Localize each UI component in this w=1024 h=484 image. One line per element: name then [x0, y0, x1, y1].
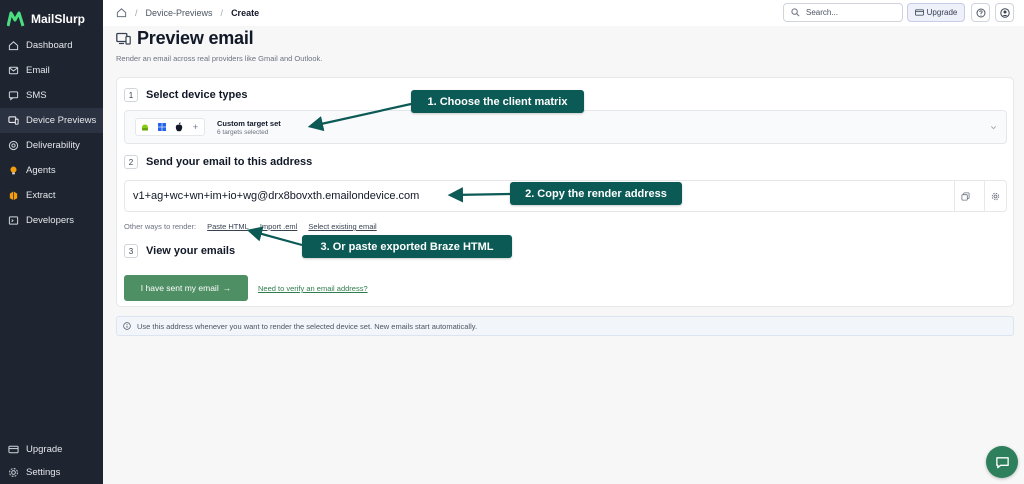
- android-icon: [136, 119, 153, 135]
- sidebar-item-label: Device Previews: [26, 115, 97, 126]
- sidebar-item-dashboard[interactable]: Dashboard: [0, 33, 103, 58]
- target-set-info: Custom target set 6 targets selected: [217, 119, 281, 136]
- breadcrumb-current: Create: [231, 7, 260, 18]
- device-target-select[interactable]: + Custom target set 6 targets selected: [124, 110, 1007, 144]
- copy-icon: [961, 191, 970, 201]
- message-icon: [8, 91, 19, 101]
- sent-email-label: I have sent my email: [140, 283, 219, 293]
- bulb-icon: [10, 166, 17, 175]
- breadcrumb-separator: /: [220, 7, 224, 18]
- sidebar-item-label: Settings: [26, 467, 61, 478]
- device-icon-group: +: [135, 118, 205, 136]
- breadcrumb: / Device-Previews / Create: [116, 7, 259, 18]
- sidebar-item-email[interactable]: Email: [0, 58, 103, 83]
- sidebar-item-label: Deliverability: [26, 140, 80, 151]
- help-icon: [976, 8, 985, 17]
- sidebar-nav: Dashboard Email SMS Device Previews Deli…: [0, 33, 103, 233]
- step-select-device-types: 1 Select device types: [124, 88, 248, 102]
- search-icon: [791, 8, 800, 17]
- info-banner: Use this address whenever you want to re…: [116, 316, 1014, 336]
- mail-icon: [8, 66, 19, 75]
- step-send-email: 2 Send your email to this address: [124, 155, 312, 169]
- sidebar-item-label: Email: [26, 65, 50, 76]
- account-button[interactable]: [995, 3, 1014, 22]
- card-icon: [8, 445, 19, 454]
- callout-copy-render-address: 2. Copy the render address: [510, 182, 682, 205]
- address-settings-button[interactable]: [984, 181, 1006, 211]
- step-title: Select device types: [146, 89, 248, 101]
- sidebar-item-developers[interactable]: Developers: [0, 208, 103, 233]
- callout-choose-client-matrix: 1. Choose the client matrix: [411, 90, 584, 113]
- sidebar-item-upgrade[interactable]: Upgrade: [0, 438, 103, 461]
- step-number: 1: [124, 88, 138, 102]
- step-title: Send your email to this address: [146, 156, 313, 168]
- chat-button[interactable]: [986, 446, 1018, 478]
- sidebar-bottom: Upgrade Settings: [0, 438, 103, 484]
- apple-icon: [170, 119, 187, 135]
- code-icon: [8, 216, 19, 225]
- info-text: Use this address whenever you want to re…: [137, 321, 478, 331]
- page-subtitle: Render an email across real providers li…: [116, 54, 323, 63]
- page-header: Preview email: [116, 28, 254, 49]
- windows-icon: [153, 119, 170, 135]
- home-icon: [8, 41, 19, 51]
- verify-email-link[interactable]: Need to verify an email address?: [258, 284, 368, 293]
- user-icon: [999, 7, 1010, 18]
- select-existing-email-link[interactable]: Select existing email: [308, 222, 376, 231]
- import-eml-link[interactable]: Import .eml: [260, 222, 298, 231]
- step-number: 2: [124, 155, 138, 169]
- devices-icon: [116, 32, 131, 45]
- step-title: View your emails: [146, 245, 236, 257]
- target-icon: [8, 140, 19, 151]
- sidebar-item-label: Upgrade: [26, 444, 63, 455]
- paste-html-link[interactable]: Paste HTML: [207, 222, 249, 231]
- gear-icon: [991, 192, 1000, 200]
- step-view-emails: 3 View your emails: [124, 244, 235, 258]
- gear-icon: [9, 468, 18, 477]
- sidebar-item-label: SMS: [26, 90, 47, 101]
- other-render-ways: Other ways to render: Paste HTML Import …: [124, 222, 377, 231]
- topbar: / Device-Previews / Create Search... Upg…: [103, 0, 1024, 26]
- chevron-down-icon: [990, 126, 997, 130]
- sidebar-item-sms[interactable]: SMS: [0, 83, 103, 108]
- render-address[interactable]: v1+ag+wc+wn+im+io+wg@drx8bovxth.emailond…: [133, 190, 419, 202]
- other-ways-label: Other ways to render:: [124, 222, 197, 231]
- devices-icon: [8, 116, 19, 125]
- breadcrumb-device-previews[interactable]: Device-Previews: [146, 8, 213, 18]
- sidebar-item-agents[interactable]: Agents: [0, 158, 103, 183]
- brand[interactable]: MailSlurp: [0, 0, 103, 30]
- sidebar-item-label: Agents: [26, 165, 56, 176]
- extract-icon: [9, 191, 18, 201]
- sidebar-item-label: Developers: [26, 215, 75, 226]
- sidebar-item-deliverability[interactable]: Deliverability: [0, 133, 103, 158]
- mailslurp-logo-icon: [7, 11, 25, 26]
- brand-name: MailSlurp: [31, 11, 86, 26]
- sidebar: MailSlurp Dashboard Email SMS Device Pre…: [0, 0, 103, 484]
- search-input[interactable]: Search...: [783, 3, 903, 22]
- arrow-right-icon: →: [222, 283, 232, 293]
- search-placeholder: Search...: [806, 8, 839, 17]
- copy-address-button[interactable]: [954, 181, 976, 211]
- upgrade-button[interactable]: Upgrade: [907, 3, 965, 22]
- help-button[interactable]: [971, 3, 990, 22]
- sidebar-item-label: Dashboard: [26, 40, 73, 51]
- upgrade-label: Upgrade: [926, 8, 958, 17]
- info-icon: [123, 322, 131, 330]
- sidebar-item-device-previews[interactable]: Device Previews: [0, 108, 103, 133]
- page-title: Preview email: [137, 28, 254, 48]
- breadcrumb-separator: /: [135, 7, 138, 18]
- sidebar-item-settings[interactable]: Settings: [0, 461, 103, 484]
- target-set-count: 6 targets selected: [217, 128, 269, 136]
- sidebar-item-label: Extract: [26, 190, 56, 201]
- plus-icon: +: [192, 122, 199, 132]
- sidebar-item-extract[interactable]: Extract: [0, 183, 103, 208]
- home-icon[interactable]: [116, 7, 127, 18]
- callout-paste-braze-html: 3. Or paste exported Braze HTML: [302, 235, 512, 258]
- sent-email-button[interactable]: I have sent my email →: [124, 275, 248, 301]
- card-icon: [914, 9, 924, 16]
- target-set-name: Custom target set: [217, 118, 281, 128]
- step-number: 3: [124, 244, 138, 258]
- chat-icon: [995, 456, 1009, 468]
